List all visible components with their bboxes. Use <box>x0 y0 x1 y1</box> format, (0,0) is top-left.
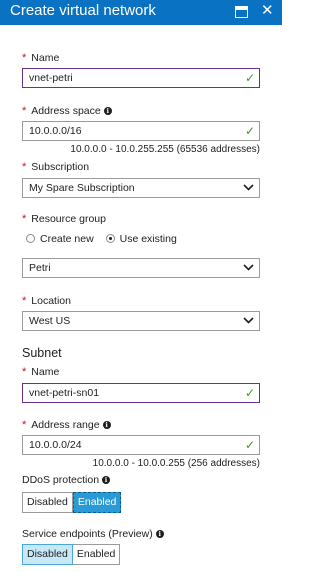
name-input[interactable]: vnet-petri ✓ <box>22 68 260 88</box>
chevron-down-icon <box>243 261 254 273</box>
subscription-value: My Spare Subscription <box>29 182 135 194</box>
resource-group-label: * Resource group <box>22 213 106 225</box>
location-value: West US <box>29 315 71 327</box>
chevron-down-icon <box>243 314 254 326</box>
info-icon[interactable]: i <box>103 107 112 115</box>
valid-check-icon: ✓ <box>244 438 255 452</box>
required-marker: * <box>22 366 27 378</box>
radio-icon <box>26 234 35 243</box>
valid-check-icon: ✓ <box>244 386 255 400</box>
chevron-down-icon <box>243 181 254 193</box>
subnet-name-label: * Name <box>22 366 60 378</box>
required-marker: * <box>22 105 27 117</box>
subnet-name-value: vnet-petri-sn01 <box>29 387 100 399</box>
required-marker: * <box>22 213 27 225</box>
service-endpoints-disabled-option[interactable]: Disabled <box>22 544 73 565</box>
ddos-toggle: Disabled Enabled <box>22 492 122 513</box>
subscription-select[interactable]: My Spare Subscription <box>22 178 260 198</box>
radio-create-new[interactable]: Create new <box>26 233 94 245</box>
name-input-value: vnet-petri <box>29 72 73 84</box>
maximize-icon[interactable] <box>235 6 248 18</box>
subnet-section-title: Subnet <box>22 346 62 360</box>
info-icon[interactable]: i <box>102 421 111 429</box>
service-endpoints-label: Service endpoints (Preview) i <box>22 528 164 540</box>
required-marker: * <box>22 52 27 64</box>
resource-group-select[interactable]: Petri <box>22 258 260 278</box>
info-icon[interactable]: i <box>102 476 111 484</box>
valid-check-icon: ✓ <box>244 124 255 138</box>
blade-header: Create virtual network ✕ <box>0 0 282 25</box>
name-label: * Name <box>22 52 60 64</box>
radio-use-existing[interactable]: Use existing <box>105 233 177 245</box>
subscription-label: * Subscription <box>22 161 90 173</box>
radio-selected-icon <box>105 234 115 243</box>
required-marker: * <box>22 419 27 431</box>
address-space-label: * Address space i <box>22 105 112 117</box>
address-space-input[interactable]: 10.0.0.0/16 ✓ <box>22 121 260 141</box>
address-space-value: 10.0.0.0/16 <box>29 125 82 137</box>
info-icon[interactable]: i <box>155 530 164 538</box>
required-marker: * <box>22 295 27 307</box>
subnet-name-input[interactable]: vnet-petri-sn01 ✓ <box>22 383 260 403</box>
address-range-hint: 10.0.0.0 - 10.0.0.255 (256 addresses) <box>92 458 260 469</box>
address-range-input[interactable]: 10.0.0.0/24 ✓ <box>22 435 260 455</box>
location-label: * Location <box>22 295 71 307</box>
valid-check-icon: ✓ <box>244 71 255 85</box>
service-endpoints-enabled-option[interactable]: Enabled <box>72 544 121 565</box>
address-space-hint: 10.0.0.0 - 10.0.255.255 (65536 addresses… <box>70 144 260 155</box>
resource-group-radio-group: Create new Use existing <box>26 233 186 245</box>
address-range-value: 10.0.0.0/24 <box>29 439 82 451</box>
ddos-disabled-option[interactable]: Disabled <box>22 492 73 513</box>
blade-title: Create virtual network <box>10 2 156 19</box>
address-range-label: * Address range i <box>22 419 111 431</box>
service-endpoints-toggle: Disabled Enabled <box>22 544 121 565</box>
ddos-enabled-option[interactable]: Enabled <box>72 492 122 513</box>
location-select[interactable]: West US <box>22 311 260 331</box>
close-icon[interactable]: ✕ <box>261 2 274 20</box>
ddos-label: DDoS protection i <box>22 474 111 486</box>
resource-group-value: Petri <box>29 262 51 274</box>
required-marker: * <box>22 161 27 173</box>
